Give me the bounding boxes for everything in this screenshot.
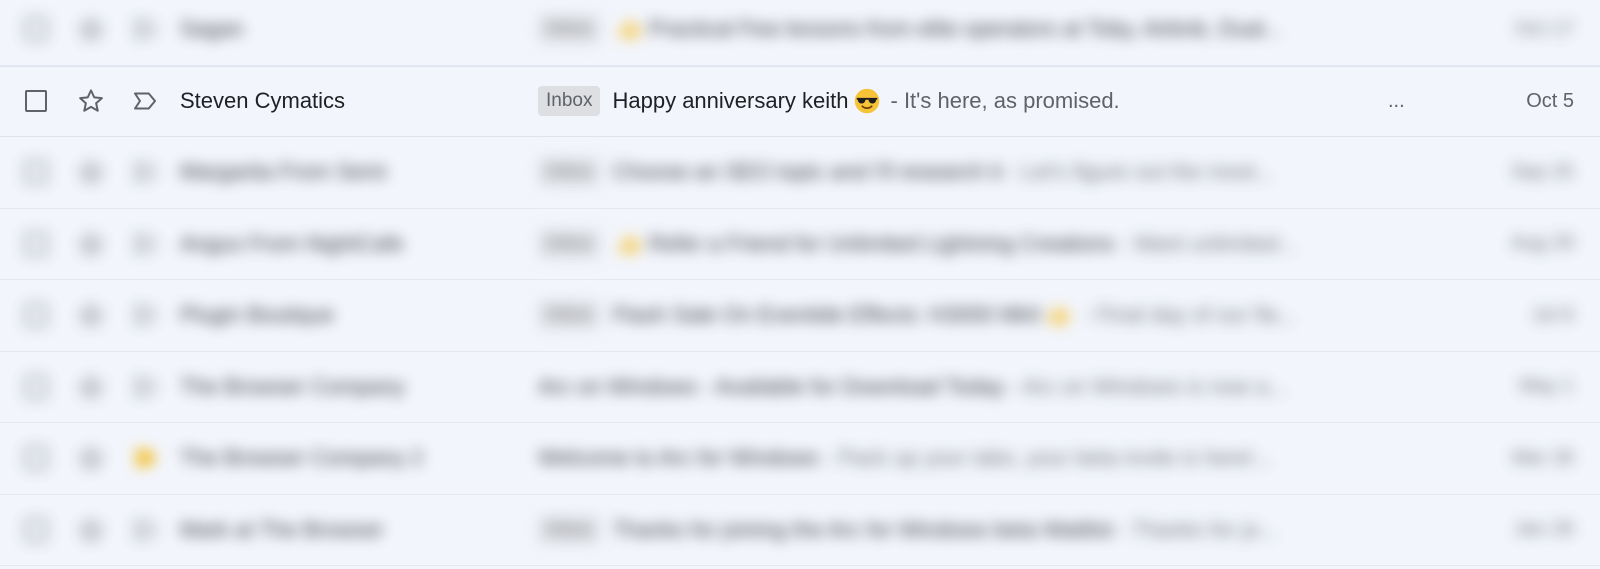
select-checkbox[interactable] <box>25 518 47 541</box>
label-chip: Inbox <box>538 514 601 545</box>
email-subject: Flash Sale On Eventide Effects: H3000 Mk… <box>612 302 1042 328</box>
sunglasses-face-icon <box>854 89 879 114</box>
truncation-ellipsis: ... <box>1388 89 1405 112</box>
email-sender: Angus From NightCafe <box>180 230 404 256</box>
important-marker-icon[interactable] <box>130 14 160 44</box>
important-marker-icon[interactable] <box>130 157 160 187</box>
email-subject: Welcome to Arc for Windows <box>538 445 819 471</box>
email-content[interactable]: Inbox Refer a Friend for Unlimited Light… <box>538 228 1390 259</box>
email-list: Sagan Inbox Practical Few lessons from e… <box>0 0 1600 566</box>
email-snippet: - It's here, as promised. <box>890 88 1120 114</box>
email-snippet: - Want unlimited... <box>1120 230 1297 256</box>
label-chip: Inbox <box>538 228 601 259</box>
label-chip: Inbox <box>538 86 601 117</box>
email-sender: Sagan <box>180 16 244 42</box>
email-row[interactable]: Sagan Inbox Practical Few lessons from e… <box>0 0 1600 66</box>
email-subject: Refer a Friend for Unlimited Lightning C… <box>648 230 1115 256</box>
email-row-focused[interactable]: Steven Cymatics Inbox Happy anniversary … <box>0 65 1600 137</box>
email-snippet: - Let's figure out the most... <box>1007 159 1274 185</box>
star-icon[interactable] <box>76 515 106 545</box>
email-content[interactable]: Inbox Happy anniversary keith - It's her… <box>538 86 1390 117</box>
select-checkbox[interactable] <box>25 90 47 113</box>
email-sender: The Browser Company 2 <box>180 445 424 471</box>
email-content[interactable]: Inbox Thanks for joining the Arc for Win… <box>538 514 1390 545</box>
email-content[interactable]: Inbox Practical Few lessons from elite o… <box>538 14 1390 45</box>
email-row[interactable]: The Browser Company Arc on Windows - Ava… <box>0 351 1600 423</box>
email-sender: Plugin Boutique <box>180 302 335 328</box>
label-chip: Inbox <box>538 14 601 45</box>
select-checkbox[interactable] <box>25 18 47 41</box>
email-sender: Mark at The Browser <box>180 516 384 542</box>
email-row[interactable]: Plugin Boutique Inbox Flash Sale On Even… <box>0 280 1600 352</box>
email-snippet: - Final day of our fla... <box>1083 302 1297 328</box>
email-subject: Arc on Windows - Available for Download … <box>538 373 1005 399</box>
email-snippet: - Thanks for jo... <box>1118 516 1278 542</box>
email-row[interactable]: Mark at The Browser Inbox Thanks for joi… <box>0 494 1600 566</box>
email-subject: Happy anniversary keith <box>612 88 849 114</box>
star-icon[interactable] <box>76 300 106 330</box>
email-date: Jan 26 <box>1513 518 1574 541</box>
email-date: Sep 25 <box>1510 160 1574 183</box>
email-sender: The Browser Company <box>180 373 405 399</box>
email-date: Jul 6 <box>1531 303 1574 326</box>
thumbs-up-icon <box>619 233 641 254</box>
email-row[interactable]: Margarita From Semi Inbox Choose an SEO … <box>0 137 1600 209</box>
star-icon[interactable] <box>76 14 106 44</box>
important-marker-icon[interactable] <box>130 86 160 116</box>
email-content[interactable]: Inbox Flash Sale On Eventide Effects: H3… <box>538 300 1390 331</box>
email-subject: Practical Few lessons from elite operato… <box>648 16 1283 42</box>
email-snippet: - Arc on Windows is now a... <box>1010 373 1287 399</box>
email-date: Oct 17 <box>1515 17 1574 40</box>
label-chip: Inbox <box>538 300 601 331</box>
thumbs-up-icon <box>1048 304 1070 325</box>
email-row[interactable]: The Browser Company 2 Welcome to Arc for… <box>0 423 1600 495</box>
select-checkbox[interactable] <box>25 447 47 470</box>
email-content[interactable]: Welcome to Arc for Windows - Pack up you… <box>538 445 1390 471</box>
email-subject: Choose an SEO topic and I'll research it <box>612 159 1002 185</box>
important-marker-filled-icon[interactable] <box>130 443 160 473</box>
important-marker-icon[interactable] <box>130 515 160 545</box>
email-sender: Margarita From Semi <box>180 159 387 185</box>
email-row[interactable]: Angus From NightCafe Inbox Refer a Frien… <box>0 208 1600 280</box>
select-checkbox[interactable] <box>25 304 47 327</box>
email-date: Aug 29 <box>1510 232 1574 255</box>
label-chip: Inbox <box>538 157 601 188</box>
important-marker-icon[interactable] <box>130 300 160 330</box>
select-checkbox[interactable] <box>25 375 47 398</box>
star-icon[interactable] <box>76 372 106 402</box>
star-icon[interactable] <box>76 443 106 473</box>
important-marker-icon[interactable] <box>130 229 160 259</box>
star-icon[interactable] <box>76 229 106 259</box>
email-content[interactable]: Inbox Choose an SEO topic and I'll resea… <box>538 157 1390 188</box>
email-content[interactable]: Arc on Windows - Available for Download … <box>538 374 1390 400</box>
email-date: Oct 5 <box>1526 89 1574 112</box>
email-date: Mar 26 <box>1511 446 1574 469</box>
star-icon[interactable] <box>76 86 106 116</box>
star-icon[interactable] <box>76 157 106 187</box>
email-snippet: - Pack up your tabs, your beta invite is… <box>824 445 1273 471</box>
select-checkbox[interactable] <box>25 232 47 255</box>
select-checkbox[interactable] <box>25 161 47 184</box>
email-subject: Thanks for joining the Arc for Windows b… <box>612 516 1113 542</box>
email-date: May 1 <box>1519 375 1574 398</box>
thumbs-up-icon <box>619 18 641 39</box>
important-marker-icon[interactable] <box>130 372 160 402</box>
email-sender: Steven Cymatics <box>180 88 346 114</box>
